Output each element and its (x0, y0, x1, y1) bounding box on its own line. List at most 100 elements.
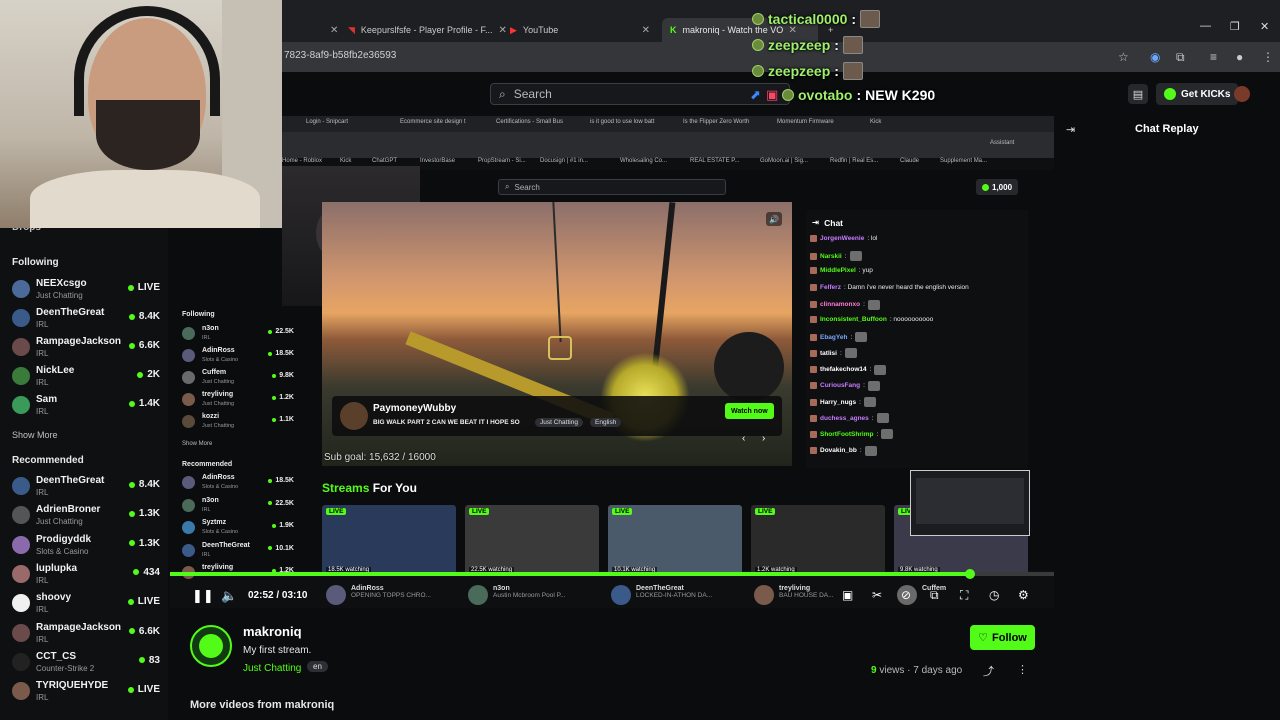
watch-now-button: Watch now (725, 403, 774, 419)
sidebar-channel-deenthegreat[interactable]: DeenTheGreat IRL 8.4K (12, 474, 162, 500)
streamer-cam (714, 332, 784, 402)
viewer-count-value: 434 (143, 566, 160, 578)
sidebar-channel-shoovy[interactable]: shoovy IRL LIVE (12, 591, 162, 617)
miniplayer-icon[interactable]: ⧉ (930, 588, 939, 603)
live-dot-icon (272, 373, 277, 378)
avatar (12, 477, 30, 495)
viewer-count: 1.1K (272, 416, 294, 423)
close-tab-icon[interactable]: ✕ (330, 25, 338, 36)
theater-mode-icon[interactable]: ▣ (842, 588, 853, 602)
inner-tab: Login - Snipcart (306, 119, 349, 125)
webcam-shirt (30, 170, 260, 228)
search-placeholder: Search (513, 87, 552, 101)
inner-channel-n3on: n3on IRL 22.5K (182, 325, 294, 345)
grid-icon: ▤ (1132, 88, 1144, 101)
sidebar-channel-prodigyddk[interactable]: Prodigyddk Slots & Casino 1.3K (12, 533, 162, 559)
sidebar-channel-sam[interactable]: Sam IRL 1.4K (12, 393, 162, 419)
views-count: 9 (871, 665, 877, 676)
fullscreen-icon[interactable]: ⛶ (960, 588, 968, 603)
clip-icon[interactable]: ✂ (872, 588, 882, 602)
sidebar-channel-luplupka[interactable]: luplupka IRL 434 (12, 562, 162, 588)
inner-following-heading: Following (182, 311, 215, 318)
get-kicks-button[interactable]: Get KICKs (1156, 83, 1239, 105)
search-icon: ⌕ (505, 182, 510, 191)
progress-handle[interactable] (965, 569, 976, 579)
avatar (12, 396, 30, 414)
show-more-button[interactable]: Show More (12, 430, 58, 440)
minimize-icon[interactable]: — (1200, 20, 1211, 32)
collapse-chat-icon[interactable]: ⇥ (1066, 123, 1075, 136)
bookmark-star-icon[interactable]: ☆ (1118, 50, 1129, 64)
playback-speed-icon[interactable]: ◷ (989, 588, 999, 602)
inner-bookmark: PropStream - Si... (478, 158, 526, 164)
profile-icon[interactable]: ● (1236, 50, 1243, 64)
tab-favicon-icon: ◥ (348, 24, 355, 35)
share-icon[interactable]: ⤴ (983, 663, 994, 679)
inner-bookmarks-bar (282, 132, 1054, 158)
extensions-puzzle-icon[interactable]: ⧉ (1176, 50, 1185, 65)
avatar (182, 521, 195, 534)
sidebar-channel-rampagejackson[interactable]: RampageJackson IRL 6.6K (12, 621, 162, 647)
tab-youtube[interactable]: ▶ YouTube ✕ (502, 18, 658, 42)
inner-channel-adinross: AdinRoss Slots & Casino 18.5K (182, 474, 294, 494)
chat-text: : noooooooooo (889, 316, 934, 323)
kebab-menu-icon[interactable]: ⋮ (1262, 50, 1274, 64)
viewer-count: LIVE (127, 596, 160, 607)
featured-title: BIG WALK PART 2 CAN WE BEAT IT I HOPE SO (373, 419, 520, 426)
sidebar-channel-deenthegreat[interactable]: DeenTheGreat IRL 8.4K (12, 306, 162, 332)
viewer-count-value: 1.3K (138, 537, 160, 549)
volume-icon[interactable]: 🔈 (221, 588, 237, 604)
chat-message: CuriousFang: (810, 380, 880, 391)
tab-close-prev[interactable]: ✕ (282, 18, 346, 42)
inner-browser-tabs (282, 116, 1054, 132)
chat-badge-icon (810, 301, 817, 309)
progress-bar[interactable] (170, 569, 1054, 579)
inner-search-placeholder: Search (514, 182, 540, 192)
sidebar-channel-cct_cs[interactable]: CCT_CS Counter-Strike 2 83 (12, 650, 162, 676)
settings-gear-icon[interactable]: ⚙ (1018, 588, 1029, 602)
recommended-heading: Recommended (12, 455, 84, 466)
channel-name[interactable]: makroniq (243, 624, 302, 639)
channel-category: Just Chatting (36, 517, 83, 527)
sidebar-channel-rampagejackson[interactable]: RampageJackson IRL 6.6K (12, 335, 162, 361)
stream-thumbnail: LIVE 10.1K watching (608, 505, 742, 575)
viewer-count-value: 18.5K (275, 477, 294, 484)
tab-label: YouTube (522, 25, 559, 35)
sidebar-channel-nicklee[interactable]: NickLee IRL 2K (12, 364, 162, 390)
browse-button[interactable]: ▤ (1128, 84, 1148, 104)
tab-player-profile[interactable]: ◥ Keepurslfsfe - Player Profile - F... ✕ (340, 18, 515, 42)
chat-badge-icon (810, 382, 817, 390)
chat-badge-icon (810, 430, 817, 438)
user-avatar[interactable] (1234, 86, 1250, 102)
more-options-icon[interactable]: ⋮ (1017, 663, 1028, 676)
avatar (12, 309, 30, 327)
channel-avatar[interactable] (190, 625, 232, 667)
inner-tab: Is the Flipper Zero Worth (683, 119, 750, 125)
language-tag[interactable]: en (307, 661, 328, 672)
extension-icon[interactable]: ◉ (1150, 50, 1160, 64)
search-input[interactable]: ⌕ Search (490, 83, 790, 105)
sidebar-channel-adrienbroner[interactable]: AdrienBroner Just Chatting 1.3K (12, 503, 162, 529)
chat-username: Inconsistent_Buffoon (820, 316, 887, 323)
close-window-icon[interactable]: ✕ (1260, 20, 1269, 33)
inner-show-more: Show More (182, 441, 213, 447)
sidebar-channel-tyriquehyde[interactable]: TYRIQUEHYDE IRL LIVE (12, 679, 162, 705)
emote-icon (842, 62, 863, 80)
suggested-channel: AdinRoss OPENING TOPPS CHRO... (326, 585, 431, 605)
channel-name: DeenTheGreat (636, 585, 684, 592)
close-tab-icon[interactable]: ✕ (642, 25, 650, 36)
hide-chat-icon[interactable]: ⊘ (901, 588, 911, 602)
avatar-face (199, 634, 223, 658)
media-control-icon[interactable]: ≡ (1210, 50, 1217, 64)
follow-button[interactable]: ♡ Follow (970, 625, 1035, 650)
pause-icon[interactable]: ❚❚ (192, 588, 214, 604)
emote-icon (849, 251, 862, 262)
url-field[interactable]: 7823-8af9-b58fb2e36593 (284, 50, 396, 61)
sidebar-channel-neexcsgo[interactable]: NEEXcsgo Just Chatting LIVE (12, 277, 162, 303)
maximize-icon[interactable]: ❐ (1230, 20, 1240, 33)
chat-badge-icon (810, 366, 817, 374)
avatar (182, 393, 195, 406)
youtube-icon: ▶ (510, 24, 517, 35)
channel-name: Syztmz (202, 519, 227, 526)
category-link[interactable]: Just Chatting (243, 663, 301, 674)
